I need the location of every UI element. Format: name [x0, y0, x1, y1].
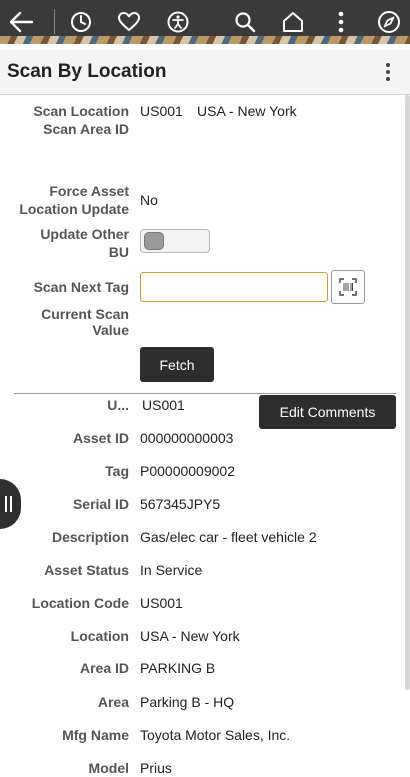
location-code-label: Location Code: [31, 595, 129, 611]
page-title-bar: Scan By Location: [0, 50, 410, 95]
description-label: Description: [51, 529, 129, 545]
area-label: Area: [97, 694, 129, 710]
heart-icon[interactable]: [114, 7, 144, 37]
edit-comments-button[interactable]: Edit Comments: [259, 395, 396, 429]
location-code-value: US001: [140, 595, 183, 611]
model-value: Prius: [140, 760, 172, 776]
barcode-icon: [339, 278, 357, 296]
top-nav-bar: [0, 0, 410, 44]
location-label: Location: [70, 628, 129, 644]
asset-status-label: Asset Status: [44, 562, 129, 578]
force-update-value: No: [140, 192, 158, 208]
current-scan-label-line2: Value: [92, 322, 129, 338]
mfg-name-value: Toyota Motor Sales, Inc.: [140, 727, 291, 743]
area-id-value: PARKING B: [140, 660, 216, 676]
scan-location-code: US001: [140, 103, 183, 119]
location-value: USA - New York: [140, 628, 240, 644]
accessibility-icon[interactable]: [163, 7, 193, 37]
home-icon[interactable]: [278, 7, 308, 37]
fetch-button[interactable]: Fetch: [140, 347, 214, 382]
search-icon[interactable]: [230, 7, 260, 37]
model-label: Model: [88, 760, 129, 776]
asset-status-value: In Service: [140, 562, 203, 578]
update-other-bu-toggle[interactable]: [140, 229, 210, 253]
asset-id-label: Asset ID: [72, 430, 129, 446]
tag-label: Tag: [105, 463, 129, 479]
area-value: Parking B - HQ: [140, 694, 235, 710]
nav-separator: [54, 9, 55, 34]
asset-id-value: 000000000003: [140, 430, 234, 446]
side-panel-handle[interactable]: [0, 479, 21, 529]
compass-icon[interactable]: [374, 7, 404, 37]
scan-location-label: Scan Location: [33, 103, 129, 119]
unit-label: U...: [107, 397, 129, 413]
page-title: Scan By Location: [7, 61, 167, 82]
tag-value: P00000009002: [140, 463, 235, 479]
force-update-label-line1: Force Asset: [49, 183, 129, 199]
serial-id-value: 567345JPY5: [140, 496, 221, 512]
barcode-scan-button[interactable]: [331, 270, 365, 304]
more-vertical-icon[interactable]: [326, 7, 356, 37]
area-id-label: Area ID: [79, 660, 129, 676]
scan-next-tag-label: Scan Next Tag: [33, 279, 129, 295]
description-value: Gas/elec car - fleet vehicle 2: [140, 529, 317, 545]
unit-value: US001: [142, 397, 185, 413]
scan-location-desc: USA - New York: [197, 103, 297, 119]
scan-next-tag-input[interactable]: [140, 272, 328, 302]
actions-menu-icon[interactable]: [378, 59, 398, 85]
mfg-name-label: Mfg Name: [62, 727, 129, 743]
section-divider: [14, 393, 396, 394]
force-update-label-line2: Location Update: [19, 201, 129, 217]
drag-handle-icon: [5, 496, 12, 512]
scan-area-label: Scan Area ID: [43, 121, 129, 137]
history-clock-icon[interactable]: [66, 7, 96, 37]
banner-pattern: [0, 36, 410, 44]
update-other-bu-label-line1: Update Other: [40, 226, 129, 242]
back-arrow-icon[interactable]: [6, 7, 36, 37]
update-other-bu-label-line2: BU: [108, 244, 129, 260]
toggle-knob: [144, 232, 164, 250]
scrollbar[interactable]: [405, 95, 410, 690]
serial-id-label: Serial ID: [72, 496, 129, 512]
